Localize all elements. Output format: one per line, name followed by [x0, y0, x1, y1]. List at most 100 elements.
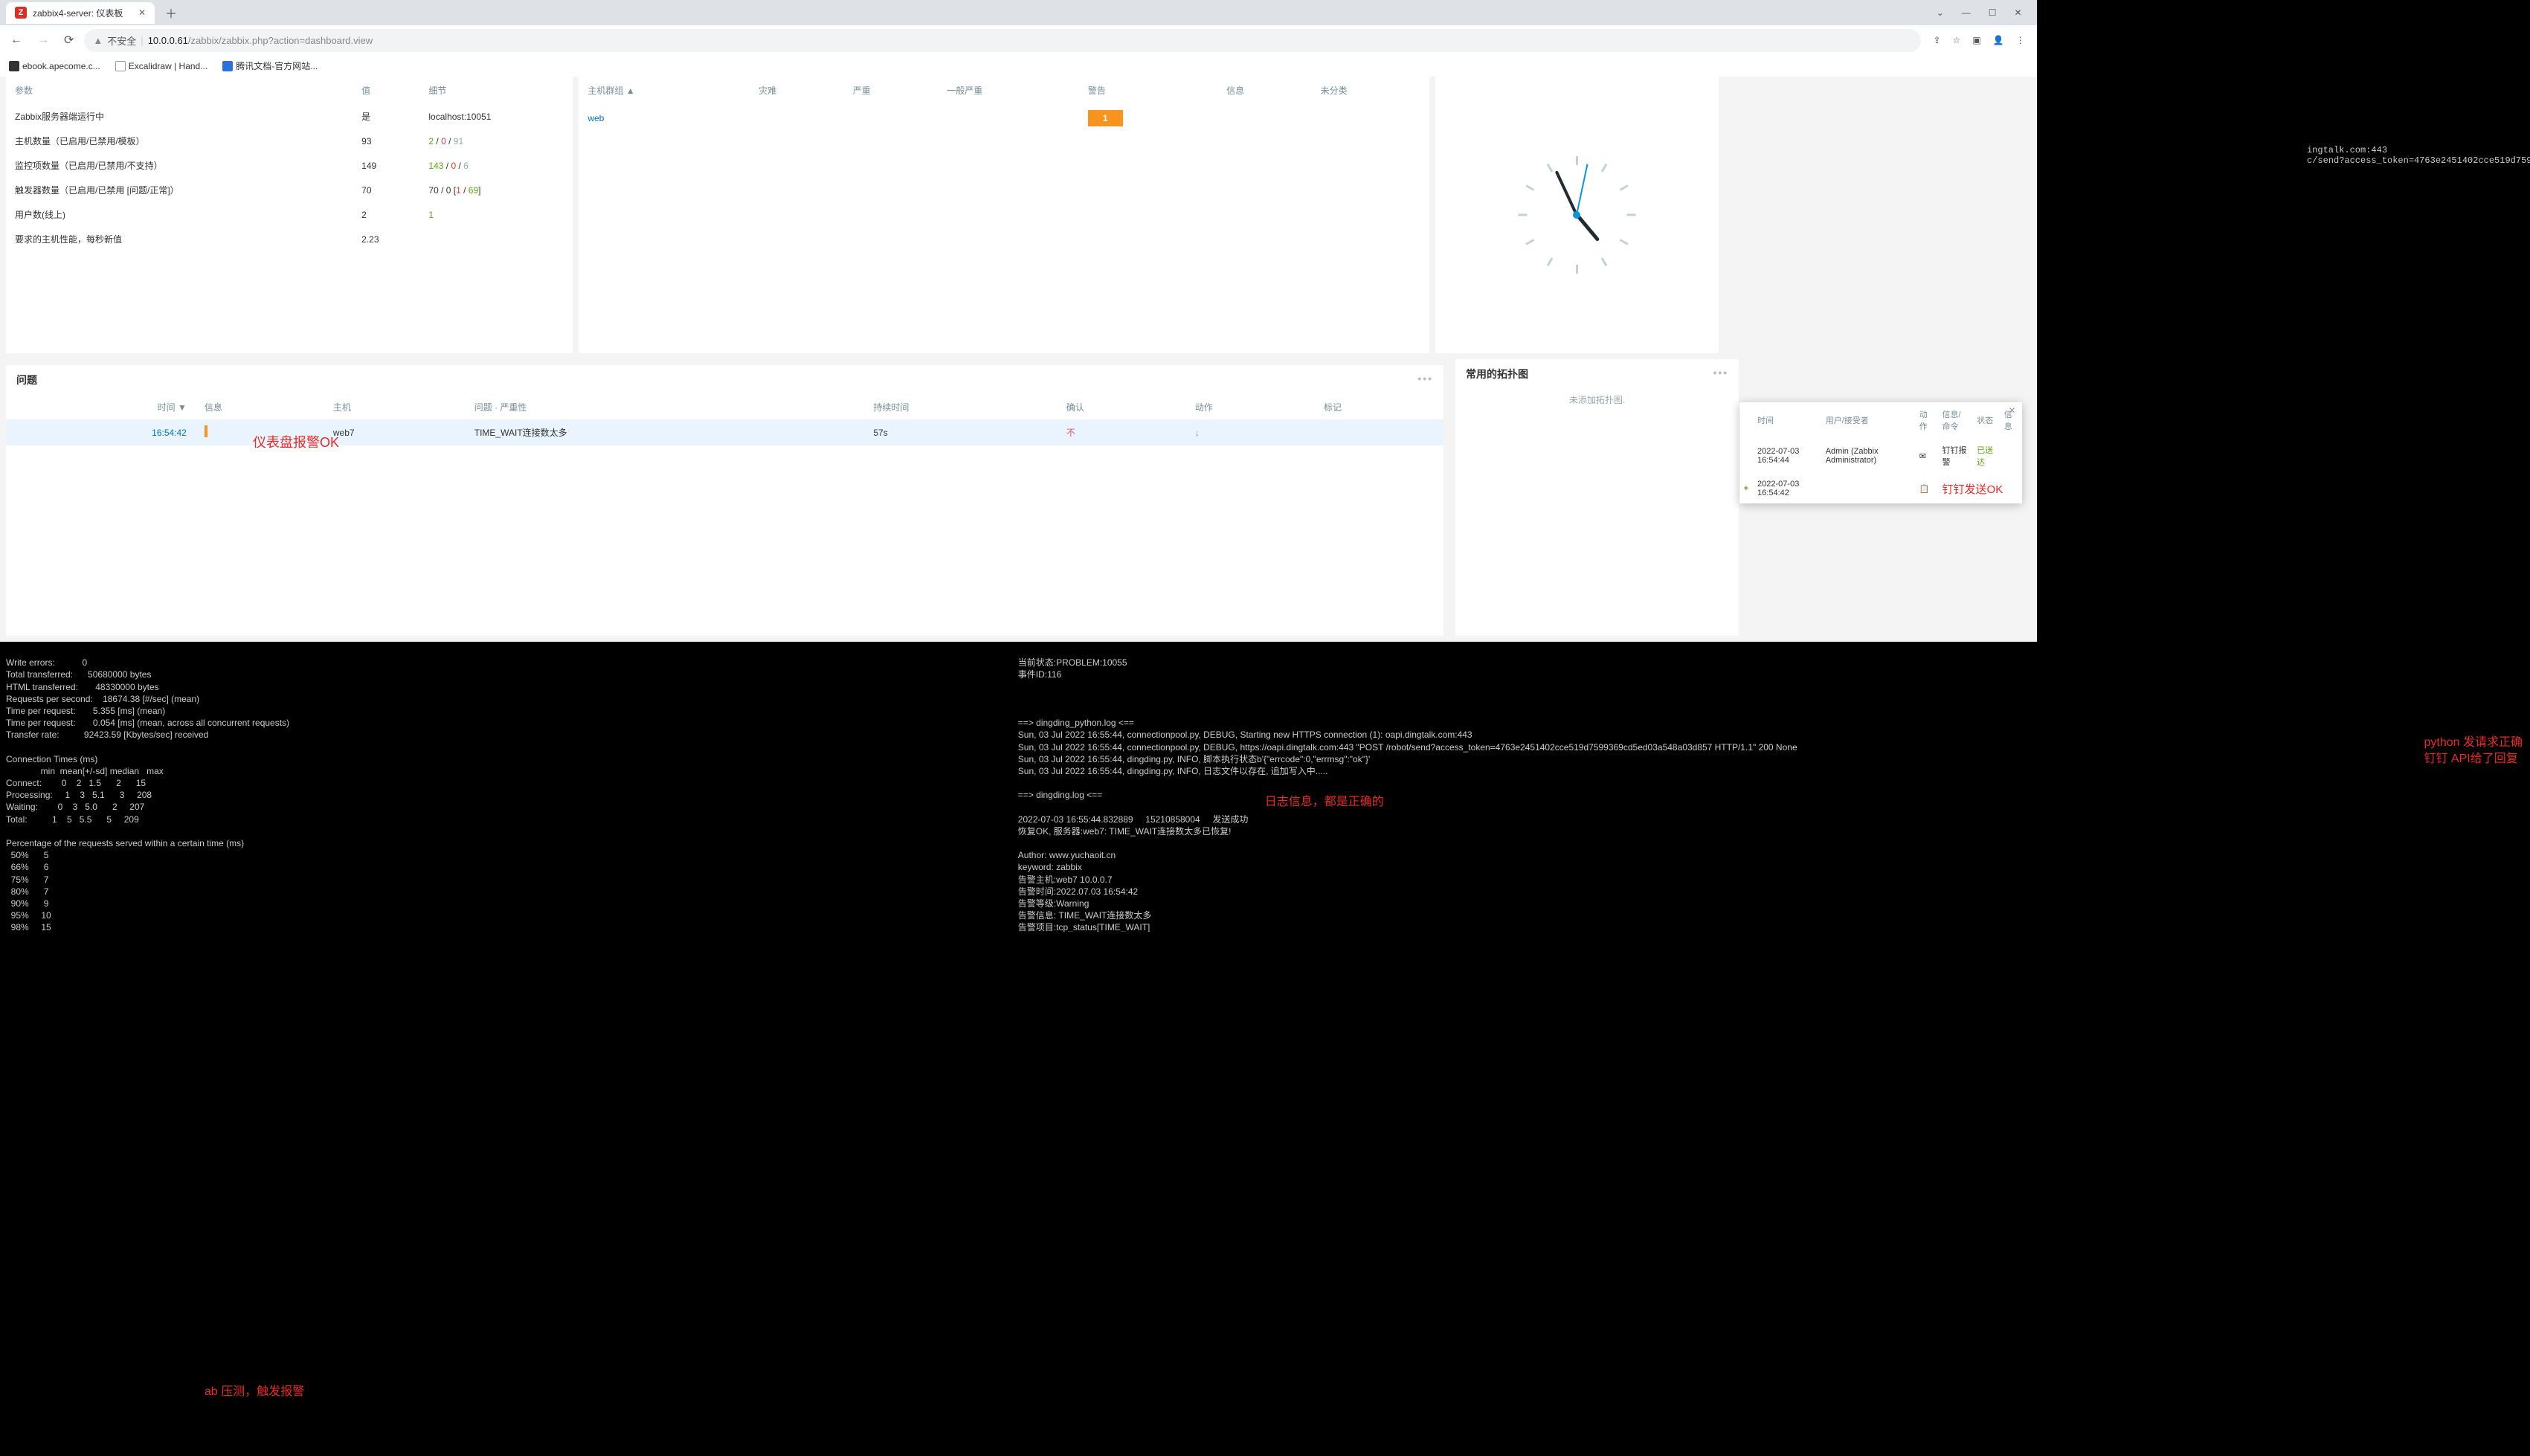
col-time[interactable]: 时间 ▼: [6, 395, 196, 419]
col-disaster[interactable]: 灾难: [750, 77, 844, 104]
col-warning[interactable]: 警告: [1079, 77, 1217, 104]
col-average[interactable]: 一般严重: [938, 77, 1079, 104]
browser-tab-active[interactable]: Z zabbix4-server: 仪表板 ✕: [6, 2, 155, 24]
calendar-icon: 📋: [1915, 474, 1938, 503]
col-actions[interactable]: 动作: [1186, 395, 1315, 419]
popup-col-user: 用户/接受者: [1821, 402, 1915, 438]
col-high[interactable]: 严重: [844, 77, 939, 104]
param-value: 2.23: [353, 227, 419, 251]
col-duration[interactable]: 持续时间: [864, 395, 1058, 419]
dashboard-row-2: 问题 ••• 时间 ▼ 信息 主机 问题 · 严重性 持续时间 确认 动作 标记…: [0, 359, 2037, 642]
widget-menu-icon[interactable]: •••: [1713, 367, 1728, 381]
plus-icon[interactable]: +: [1739, 474, 1753, 503]
sort-desc-icon: ▼: [178, 402, 187, 413]
status-row: Zabbix服务器端运行中是localhost:10051: [6, 104, 573, 129]
param-name: 监控项数量（已启用/已禁用/不支持）: [6, 153, 353, 178]
clock-widget: [1435, 77, 1719, 353]
terminal-area: Write errors: 0 Total transferred: 50680…: [0, 642, 2530, 932]
annotation-python-ok: python 发请求正确钉钉 API给了回复: [2424, 735, 2523, 767]
bookmark-excalidraw[interactable]: Excalidraw | Hand...: [115, 59, 208, 72]
col-problem[interactable]: 问题 · 严重性: [466, 395, 865, 419]
popup-close-icon[interactable]: ✕: [2009, 405, 2016, 416]
popup-col-msg: 信息/命令: [1938, 402, 1973, 438]
topology-widget: 常用的拓扑图 ••• 未添加拓扑图.: [1455, 359, 1739, 636]
url-input[interactable]: ▲ 不安全 | 10.0.0.61/zabbix/zabbix.php?acti…: [84, 29, 1921, 52]
param-detail: 1: [419, 202, 573, 227]
bookmarks-bar: ebook.apecome.c... Excalidraw | Hand... …: [0, 55, 2037, 77]
reload-button[interactable]: ⟳: [59, 30, 78, 51]
problem-action-icon[interactable]: ↓: [1186, 419, 1315, 445]
close-window-icon[interactable]: ✕: [2015, 7, 2022, 18]
bookmark-icon: [9, 61, 19, 71]
annotation-dashboard-ok: 仪表盘报警OK: [253, 432, 339, 451]
app-menu-icon[interactable]: ⌄: [1937, 7, 1944, 18]
param-name: 触发器数量（已启用/已禁用 [问题/正常]）: [6, 178, 353, 202]
param-value: 是: [353, 104, 419, 129]
warning-count[interactable]: 1: [1088, 110, 1123, 126]
back-button[interactable]: ←: [6, 30, 27, 50]
hostgroup-row: web 1: [579, 104, 1429, 132]
annotation-log-ok: 日志信息，都是正确的: [1265, 794, 1384, 811]
problem-name: TIME_WAIT连接数太多: [466, 419, 865, 445]
param-detail: [419, 227, 573, 251]
param-name: 用户数(线上): [6, 202, 353, 227]
param-name: 主机数量（已启用/已禁用/模板）: [6, 129, 353, 153]
popup-time: 2022-07-03 16:54:44: [1753, 438, 1821, 474]
status-row: 要求的主机性能，每秒新值2.23: [6, 227, 573, 251]
share-icon[interactable]: ⇪: [1933, 35, 1940, 45]
profile-icon[interactable]: 👤: [1993, 35, 2004, 45]
bookmark-ebook[interactable]: ebook.apecome.c...: [9, 59, 100, 72]
param-name: 要求的主机性能，每秒新值: [6, 227, 353, 251]
col-hostgroup[interactable]: 主机群组 ▲: [579, 77, 750, 104]
url-host: 10.0.0.61: [148, 35, 188, 46]
tab-title: zabbix4-server: 仪表板: [33, 7, 123, 19]
bg-terminal-snippet: ingtalk.com:443 c/send?access_token=4763…: [2307, 145, 2530, 166]
param-value: 149: [353, 153, 419, 178]
hostgroup-link[interactable]: web: [588, 113, 604, 123]
col-host[interactable]: 主机: [324, 395, 466, 419]
bookmark-star-icon[interactable]: ☆: [1953, 35, 1961, 45]
terminal-left[interactable]: Write errors: 0 Total transferred: 50680…: [0, 642, 1012, 932]
maximize-icon[interactable]: ☐: [1989, 7, 1997, 18]
bookmark-tencent[interactable]: 腾讯文档-官方网站...: [222, 59, 318, 72]
param-detail: 143 / 0 / 6: [419, 153, 573, 178]
param-detail: 70 / 0 [1 / 69]: [419, 178, 573, 202]
problem-row[interactable]: 16:54:42 web7 TIME_WAIT连接数太多 57s 不 ↓: [6, 419, 1443, 445]
url-path: /zabbix/zabbix.php?action=dashboard.view: [188, 35, 373, 46]
col-param: 参数: [6, 77, 353, 104]
problem-ack[interactable]: 不: [1058, 419, 1186, 445]
dashboard-row-1: 参数 值 细节 Zabbix服务器端运行中是localhost:10051主机数…: [0, 77, 2037, 359]
problem-time[interactable]: 16:54:42: [6, 419, 196, 445]
param-name: Zabbix服务器端运行中: [6, 104, 353, 129]
col-info[interactable]: 信息: [196, 395, 324, 419]
popup-row: + 2022-07-03 16:54:42 📋 钉钉发送OK: [1739, 474, 2022, 503]
status-row: 用户数(线上)21: [6, 202, 573, 227]
clock-face: [1513, 152, 1640, 278]
col-detail: 细节: [419, 77, 573, 104]
col-unclass[interactable]: 未分类: [1312, 77, 1429, 104]
insecure-label: 不安全: [107, 33, 136, 48]
widget-menu-icon[interactable]: •••: [1417, 373, 1433, 387]
col-ack[interactable]: 确认: [1058, 395, 1186, 419]
minimize-icon[interactable]: —: [1962, 7, 1971, 18]
zabbix-favicon: Z: [15, 7, 27, 19]
popup-msg: 钉钉报警: [1938, 438, 1973, 474]
forward-button[interactable]: →: [33, 30, 54, 50]
hour-hand: [1575, 213, 1600, 242]
problems-title: 问题: [16, 373, 37, 387]
popup-col-status: 状态: [1972, 402, 2000, 438]
bookmark-icon: [115, 61, 126, 71]
terminal-right[interactable]: 当前状态:PROBLEM:10055 事件ID:116 ==> dingding…: [1012, 642, 2530, 932]
status-row: 监控项数量（已启用/已禁用/不支持）149143 / 0 / 6: [6, 153, 573, 178]
param-value: 93: [353, 129, 419, 153]
problem-duration: 57s: [864, 419, 1058, 445]
popup-status: 已送达: [1972, 438, 2000, 474]
popup-time: 2022-07-03 16:54:42: [1753, 474, 1821, 503]
col-info[interactable]: 信息: [1217, 77, 1312, 104]
new-tab-button[interactable]: ＋: [159, 1, 183, 25]
col-tags[interactable]: 标记: [1315, 395, 1443, 419]
extensions-icon[interactable]: ▣: [1972, 35, 1980, 45]
kebab-menu-icon[interactable]: ⋮: [2016, 35, 2025, 45]
close-tab-icon[interactable]: ✕: [138, 7, 146, 18]
popup-user: Admin (Zabbix Administrator): [1821, 438, 1915, 474]
